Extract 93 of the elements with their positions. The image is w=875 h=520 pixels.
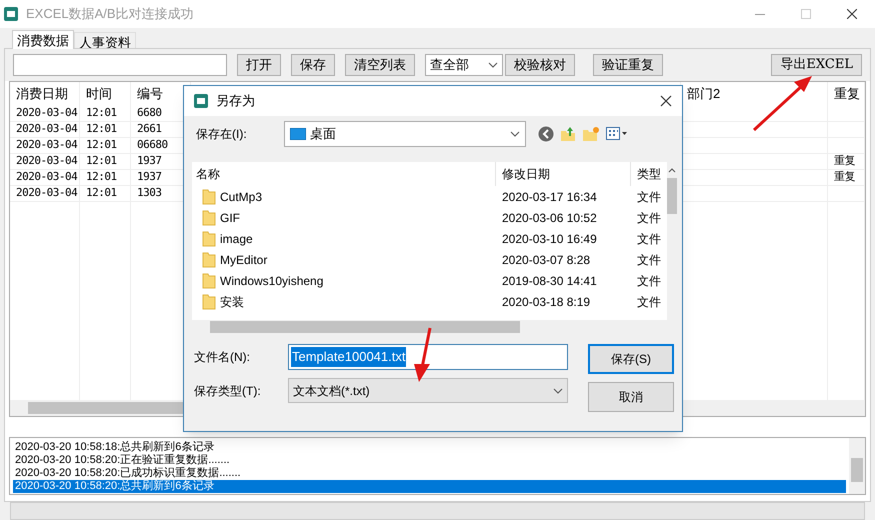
chevron-down-icon xyxy=(553,388,563,394)
table-cell-text: 12:01 xyxy=(86,153,117,170)
folder-icon xyxy=(202,210,216,226)
filetype-label: 保存类型(T): xyxy=(194,382,262,400)
table-cell-text: 2020-03-04 xyxy=(16,185,78,202)
close-icon[interactable] xyxy=(660,95,672,107)
toolbar-button[interactable]: 验证重复 xyxy=(593,54,663,76)
column-header[interactable]: 修改日期 xyxy=(496,162,631,186)
file-row[interactable]: GIF 2020-03-06 10:52 文件 xyxy=(192,207,667,228)
log-entry[interactable]: 2020-03-20 10:58:18:总共刷新到6条记录 xyxy=(13,441,846,454)
cancel-button[interactable]: 取消 xyxy=(588,382,674,412)
folder-icon xyxy=(202,252,216,268)
table-cell-text: 2020-03-04 xyxy=(16,105,78,122)
file-date: 2020-03-06 10:52 xyxy=(501,210,598,226)
dialog-title: 另存为 xyxy=(216,92,255,110)
chevron-down-icon xyxy=(488,62,498,68)
file-name: CutMp3 xyxy=(220,188,262,206)
table-cell-text: 12:01 xyxy=(86,185,117,202)
toolbar-button[interactable]: 校验核对 xyxy=(505,54,575,76)
log-entry[interactable]: 2020-03-20 10:58:20:已成功标识重复数据....... xyxy=(13,467,846,480)
back-icon[interactable] xyxy=(538,126,554,142)
column-header[interactable]: 类型 xyxy=(631,162,667,186)
chevron-down-icon xyxy=(510,131,520,137)
column-header[interactable]: 消费日期 xyxy=(10,82,79,106)
file-name: 安装 xyxy=(220,294,244,310)
filename-field[interactable]: Template100041.txt xyxy=(288,344,568,370)
export-excel-button[interactable]: 导出EXCEL xyxy=(771,54,862,76)
table-cell-text: 2020-03-04 xyxy=(16,121,78,138)
table-cell-text: 06680 xyxy=(137,137,168,154)
file-type: 文件 xyxy=(636,188,662,206)
table-cell-text: 12:01 xyxy=(86,121,117,138)
new-folder-icon[interactable] xyxy=(582,126,600,142)
window-title: EXCEL数据A/B比对连接成功 xyxy=(26,5,194,24)
folder-icon xyxy=(202,294,216,310)
file-row[interactable]: MyEditor 2020-03-07 8:28 文件 xyxy=(192,249,667,270)
filter-dropdown[interactable]: 查全部 xyxy=(425,54,503,76)
toolbar-button[interactable]: 清空列表 xyxy=(345,54,415,76)
file-row[interactable]: 安装 2020-03-18 8:19 文件 xyxy=(192,291,667,312)
folder-icon xyxy=(202,230,216,246)
table-cell-text: 2661 xyxy=(137,121,162,138)
table-cell-text: 1303 xyxy=(137,185,162,202)
file-name: image xyxy=(220,230,253,248)
table-cell-text: 2020-03-04 xyxy=(16,169,78,186)
folder-up-icon[interactable] xyxy=(560,126,576,142)
file-date: 2020-03-10 16:49 xyxy=(501,230,598,248)
toolbar-button[interactable]: 保存 xyxy=(291,54,335,76)
app-icon xyxy=(4,7,18,21)
location-dropdown[interactable]: 桌面 xyxy=(284,121,526,147)
vertical-scrollbar[interactable] xyxy=(849,438,865,494)
file-date: 2019-08-30 14:41 xyxy=(501,272,598,290)
table-cell-text: 12:01 xyxy=(86,137,117,154)
file-date: 2020-03-17 16:34 xyxy=(501,188,598,206)
file-row[interactable]: image 2020-03-10 16:49 文件 xyxy=(192,228,667,249)
file-name: MyEditor xyxy=(220,252,268,268)
filename-label: 文件名(N): xyxy=(194,349,251,366)
log-entry[interactable]: 2020-03-20 10:58:20:总共刷新到6条记录 xyxy=(13,480,846,493)
table-cell-text: 12:01 xyxy=(86,105,117,122)
file-date: 2020-03-18 8:19 xyxy=(501,294,592,310)
save-button[interactable]: 保存(S) xyxy=(588,344,674,374)
file-row[interactable]: Windows10yisheng 2019-08-30 14:41 文件 xyxy=(192,270,667,291)
file-name: Windows10yisheng xyxy=(220,272,324,290)
scrollbar-thumb[interactable] xyxy=(667,178,677,214)
filetype-dropdown[interactable]: 文本文档(*.txt) xyxy=(288,378,568,403)
tab[interactable]: 消费数据 xyxy=(12,30,74,49)
table-cell-text: 重复 xyxy=(834,169,855,186)
file-row[interactable]: CutMp3 2020-03-17 16:34 文件 xyxy=(192,186,667,207)
location-label: 保存在(I): xyxy=(196,126,248,143)
table-cell-text: 2020-03-04 xyxy=(16,137,78,154)
folder-icon xyxy=(202,272,216,288)
file-name: GIF xyxy=(220,210,240,226)
app-icon xyxy=(194,94,208,108)
file-type: 文件 xyxy=(636,230,662,248)
table-cell-text: 12:01 xyxy=(86,169,117,186)
text-field[interactable] xyxy=(13,54,227,76)
file-type: 文件 xyxy=(636,252,662,268)
table-cell-text: 6680 xyxy=(137,105,162,122)
folder-icon xyxy=(202,188,216,204)
table-cell-text: 1937 xyxy=(137,169,162,186)
desktop-icon xyxy=(290,128,306,140)
column-header[interactable]: 部门2 xyxy=(681,82,827,106)
table-cell-text: 1937 xyxy=(137,153,162,170)
column-header[interactable]: 时间 xyxy=(80,82,130,106)
toolbar-button[interactable]: 打开 xyxy=(237,54,281,76)
log-entry[interactable]: 2020-03-20 10:58:20:正在验证重复数据....... xyxy=(13,454,846,467)
column-header[interactable]: 重复 xyxy=(828,82,864,106)
file-type: 文件 xyxy=(636,272,662,290)
file-date: 2020-03-07 8:28 xyxy=(501,252,592,268)
file-type: 文件 xyxy=(636,294,662,310)
file-type: 文件 xyxy=(636,210,662,226)
table-cell-text: 重复 xyxy=(834,153,855,170)
column-header[interactable]: 名称 xyxy=(192,162,496,186)
view-menu-icon[interactable] xyxy=(606,127,628,141)
table-cell-text: 2020-03-04 xyxy=(16,153,78,170)
